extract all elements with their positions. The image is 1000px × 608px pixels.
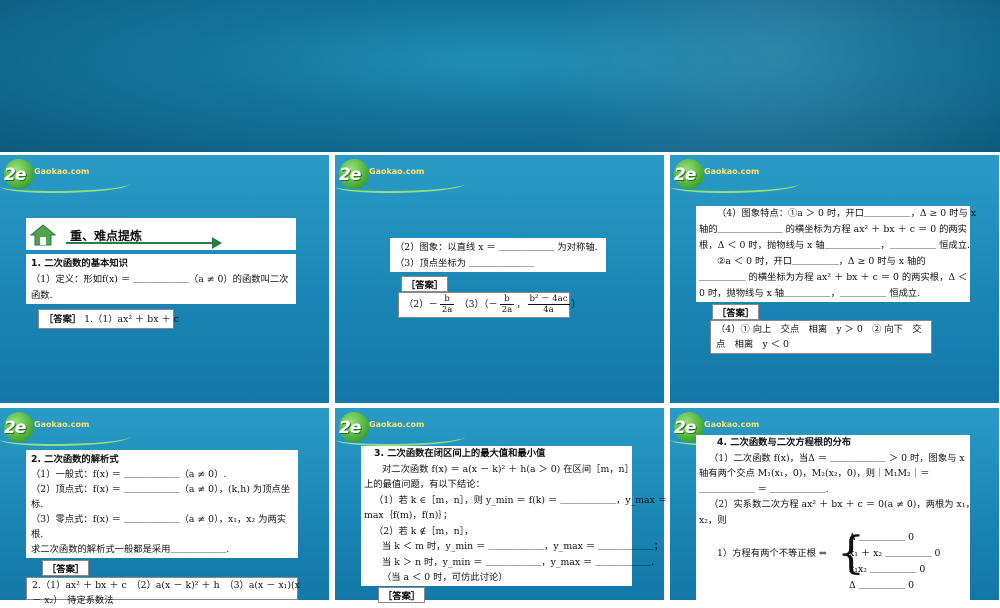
text-line: 当 k ＞ n 时，y_min ＝ ＿＿＿＿＿＿，y_max ＝ ＿＿＿＿＿＿. (382, 556, 655, 568)
text-line: （2）顶点式：f(x) ＝ ＿＿＿＿＿＿（a ≠ 0），(k,h) 为顶点坐 (31, 484, 290, 495)
slide1-text: 1. 二次函数的基本知识 （1）定义：形如f(x) ＝ ＿＿＿＿＿＿（a ≠ 0… (26, 254, 296, 304)
heading: 3. 二次函数在闭区间上的最大值和最小值 (374, 448, 546, 459)
text-line: （2）若 k ∉［m，n］， (374, 525, 474, 537)
answer-line: （4）① 向上 交点 相离 y ＞ 0 ② 向下 交 (716, 324, 922, 335)
answer-line: 点 相离 y ＜ 0 (716, 339, 789, 350)
logo-brand: Gaokao.com (704, 167, 760, 176)
text-line: 1）方程有两个不等正根 ⇔ (717, 548, 827, 559)
text-line: max｛f(m)，f(n)｝； (364, 510, 453, 521)
text-line: 标. (31, 499, 44, 510)
answer-part: ） (571, 299, 581, 310)
text-line: x₂，则 (699, 514, 727, 526)
section-header: 重、难点提炼 (26, 218, 296, 250)
condition-line: Δ ＿＿＿＿＿ 0 (849, 532, 915, 543)
answer-label: ［答案］ (378, 587, 426, 603)
answer-part: （2）－ (404, 299, 438, 310)
fraction-numerator: b (499, 294, 515, 305)
arrow-icon (212, 237, 222, 249)
title-underline (66, 242, 216, 244)
logo-swoosh-icon (335, 430, 465, 446)
condition-row: Δ ＿＿＿＿＿ 0 (699, 578, 967, 592)
text-line: （4）图象特点：①a ＞ 0 时，开口＿＿＿＿＿，Δ ≥ 0 时与 x (717, 208, 976, 219)
text-line: （1）定义：形如f(x) ＝ ＿＿＿＿＿＿（a ≠ 0）的函数叫二次 (31, 274, 289, 285)
heading: 2. 二次函数的解析式 (31, 454, 119, 465)
text-line: 求二次函数的解析式一般都是采用＿＿＿＿＿＿. (31, 544, 230, 555)
logo-brand: Gaokao.com (34, 167, 90, 176)
answer-box: 2.（1）ax² ＋ bx ＋ c （2）a(x － k)² ＋ h （3）a(… (26, 577, 300, 606)
answer-label: ［答案］ (44, 314, 82, 325)
answer-line: 2.（1）ax² ＋ bx ＋ c （2）a(x － k)² ＋ h （3）a(… (32, 580, 300, 591)
text-line: 对二次函数 f(x) ＝ a(x － k)² ＋ h(a ＞ 0) 在区间［m，… (382, 463, 634, 475)
answer-part: ， (516, 299, 526, 310)
answer-line: － x₂） 待定系数法 (32, 595, 114, 606)
logo-brand: Gaokao.com (369, 167, 425, 176)
text-line: （当 a ＜ 0 时，可仿此讨论） (382, 572, 508, 583)
logo-brand: Gaokao.com (34, 420, 90, 429)
fraction-numerator: b (439, 294, 455, 305)
logo-swoosh-icon (335, 177, 465, 193)
logo-brand: Gaokao.com (369, 420, 425, 429)
answer-box: （4）① 向上 交点 相离 y ＞ 0 ② 向下 交 点 相离 y ＜ 0 (710, 320, 932, 354)
heading: 1. 二次函数的基本知识 (31, 258, 128, 269)
text-line: ②a ＜ 0 时，开口＿＿＿＿＿，Δ ≥ 0 时与 x 轴的 (717, 256, 926, 267)
slide-thumbnail-2[interactable]: 2e Gaokao.com (335, 155, 664, 403)
slide6-text: 4. 二次函数与二次方程根的分布 （1）二次函数 f(x)，当Δ ＝ ＿＿＿＿＿… (696, 435, 975, 600)
condition-line: Δ ＿＿＿＿＿ 0 (849, 580, 915, 591)
answer-label: ［答案］ (42, 560, 90, 576)
logo-swoosh-icon (670, 177, 800, 193)
heading: 4. 二次函数与二次方程根的分布 (717, 437, 852, 448)
text-line: （2）实系数二次方程 ax² ＋ bx ＋ c ＝ 0(a ≠ 0)，两根为 x… (709, 499, 975, 510)
text-line: ＿＿＿＿＿＿ ＝ ＿＿＿＿＿＿. (699, 483, 829, 495)
slide3-text: （4）图象特点：①a ＞ 0 时，开口＿＿＿＿＿，Δ ≥ 0 时与 x 轴的＿＿… (696, 206, 976, 302)
text-line: 轴有两个交点 M₁(x₁，0)，M₂(x₂，0)，则｜M₁M₂｜＝ (699, 468, 930, 479)
text-line: （3）零点式：f(x) ＝ ＿＿＿＿＿＿（a ≠ 0），x₁，x₂ 为两实 (31, 514, 287, 525)
text-line: ＿＿＿＿＿ 的横坐标为方程 ax² ＋ bx ＋ c ＝ 0 的两实根，Δ ＜ (699, 272, 968, 283)
answer-box: ［答案］ 1.（1）ax² ＋ bx ＋ c (38, 309, 179, 329)
text-line: （1）一般式：f(x) ＝ ＿＿＿＿＿＿（a ≠ 0）. (31, 469, 227, 480)
text-line: 根，Δ ＜ 0 时，抛物线与 x 轴＿＿＿＿＿＿，＿＿＿＿＿ 恒成立. (699, 240, 970, 251)
house-icon (30, 224, 56, 246)
top-banner (0, 0, 1000, 152)
answer-box: （2）－ b 2a （3）（－ b 2a， b² － 4ac 4a） (398, 292, 581, 318)
text-line: （1）二次函数 f(x)，当Δ ＝ ＿＿＿＿＿＿ ＞ 0 时，图象与 x (709, 452, 965, 464)
text-line: 上的最值问题，有以下结论： (364, 479, 485, 490)
text-line: （3）顶点坐标为 ＿＿＿＿＿＿＿ (395, 258, 535, 269)
fraction-denominator: 4a (543, 305, 554, 315)
text-line: 函数. (31, 290, 53, 301)
text-line: （2）图象：以直线 x ＝ ＿＿＿＿＿＿ 为对称轴. (395, 242, 598, 253)
banner-highlight (0, 0, 1000, 152)
logo-swoosh-icon (0, 177, 130, 193)
slide5-text: 3. 二次函数在闭区间上的最大值和最小值 对二次函数 f(x) ＝ a(x － … (361, 446, 668, 586)
text-line: 0 时，抛物线与 x 轴＿＿＿＿＿，＿＿＿＿＿ 恒成立. (699, 288, 921, 299)
fraction-denominator: 2a (441, 305, 453, 315)
text-line: 当 k ＜ m 时，y_min ＝ ＿＿＿＿＿＿，y_max ＝ ＿＿＿＿＿＿； (382, 541, 664, 552)
condition-line: x₁ ＋ x₂ ＿＿＿＿＿ 0 (849, 548, 941, 559)
logo-brand: Gaokao.com (704, 420, 760, 429)
answer-text: 1.（1）ax² ＋ bx ＋ c (84, 314, 179, 325)
condition-row: 1）方程有两个不等正根 ⇔ { Δ ＿＿＿＿＿ 0 x₁ ＋ x₂ ＿＿＿＿＿ … (699, 530, 967, 578)
fraction: b² － 4ac 4a (527, 294, 570, 315)
logo-swoosh-icon (0, 430, 130, 446)
fraction-denominator: 2a (501, 305, 513, 315)
slide2-text: （2）图象：以直线 x ＝ ＿＿＿＿＿＿ 为对称轴. （3）顶点坐标为 ＿＿＿＿… (390, 238, 606, 272)
condition-line: x₁x₂ ＿＿＿＿＿ 0 (849, 564, 926, 575)
fraction: b 2a (439, 294, 455, 315)
answer-label: ［答案］ (401, 276, 449, 292)
text-line: 轴的＿＿＿＿＿＿＿ 的横坐标为方程 ax² ＋ bx ＋ c ＝ 0 的两实 (699, 224, 967, 235)
fraction-numerator: b² － 4ac (527, 294, 570, 305)
fraction: b 2a (499, 294, 515, 315)
slide4-text: 2. 二次函数的解析式 （1）一般式：f(x) ＝ ＿＿＿＿＿＿（a ≠ 0）.… (26, 450, 298, 558)
text-line: 根. (31, 529, 44, 540)
answer-part: （3）（－ (459, 299, 498, 310)
answer-label: ［答案］ (712, 304, 760, 320)
text-line: （1）若 k ∈［m，n］，则 y_min ＝ f(k) ＝ ＿＿＿＿＿＿，y_… (374, 494, 668, 506)
